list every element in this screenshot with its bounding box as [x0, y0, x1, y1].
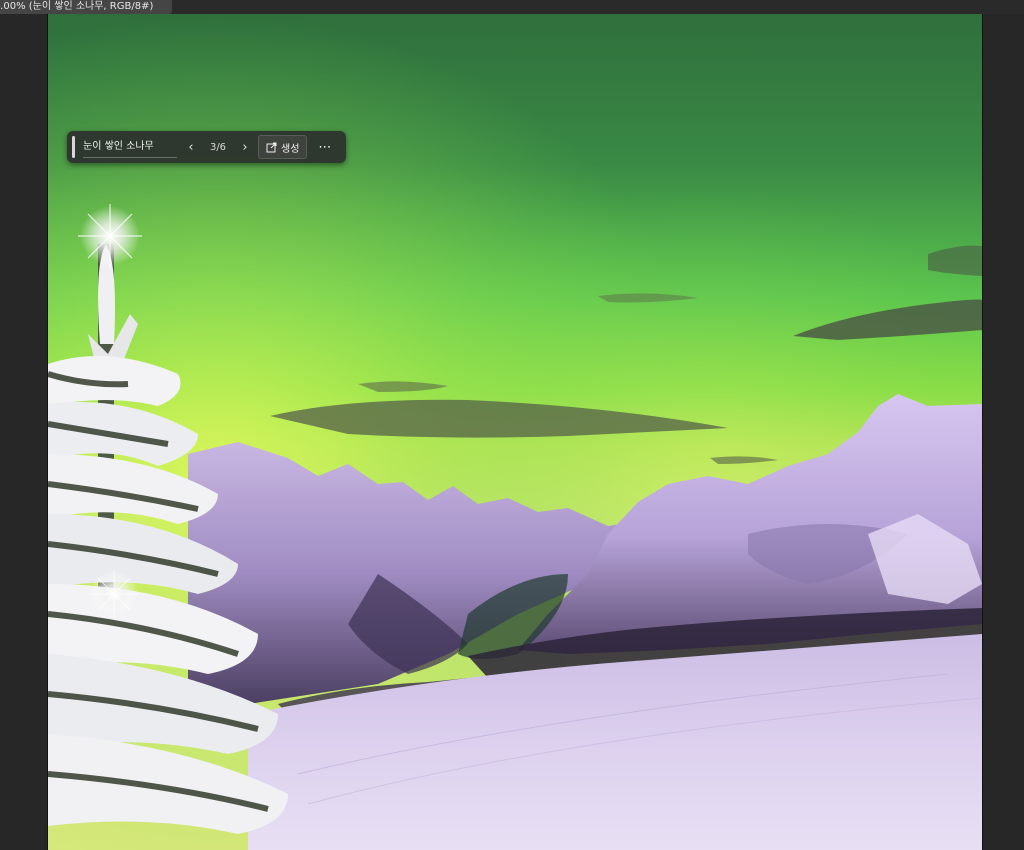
more-options-button[interactable]: ⋯	[316, 136, 334, 158]
document-tab[interactable]: ..00% (눈이 쌓인 소나무, RGB/8#)	[0, 0, 172, 14]
variation-counter: 3/6	[209, 141, 227, 153]
more-options-icon: ⋯	[318, 139, 333, 155]
previous-variation-button[interactable]: ‹	[181, 136, 201, 158]
next-variation-button[interactable]: ›	[235, 136, 255, 158]
chevron-left-icon: ‹	[188, 139, 194, 155]
prompt-input[interactable]: 눈이 쌓인 소나무	[83, 136, 177, 158]
generate-button[interactable]: 생성	[258, 135, 308, 159]
generate-label: 생성	[281, 143, 300, 155]
drag-handle[interactable]	[72, 136, 75, 158]
document-tab-bar: ..00% (눈이 쌓인 소나무, RGB/8#)	[0, 0, 1024, 14]
contextual-task-bar: 눈이 쌓인 소나무 ‹ 3/6 › 생성 ⋯	[67, 131, 346, 163]
chevron-right-icon: ›	[242, 139, 248, 155]
generate-icon	[266, 142, 277, 152]
document-tab-title: ..00% (눈이 쌓인 소나무, RGB/8#)	[0, 1, 154, 12]
